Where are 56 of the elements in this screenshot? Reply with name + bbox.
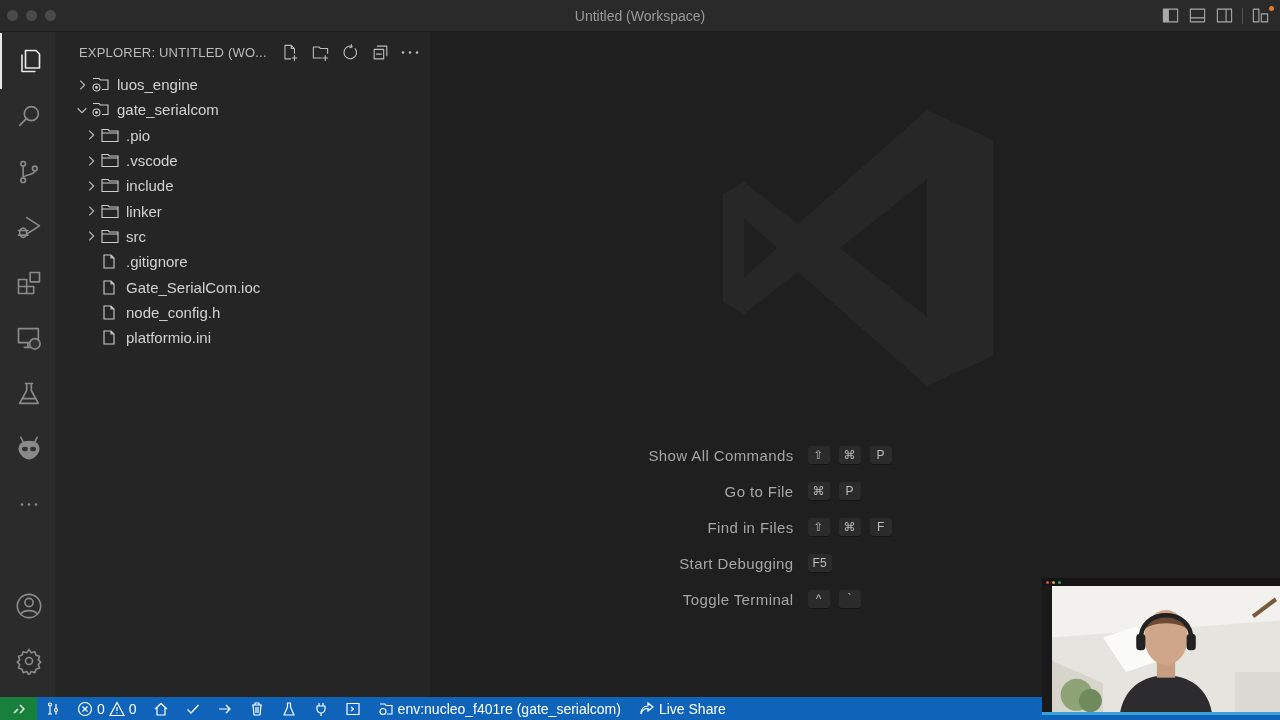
root-folder-icon — [91, 101, 111, 119]
key-cap: ⌘ — [838, 518, 861, 536]
key-cap: ` — [838, 590, 861, 608]
tree-item[interactable]: Gate_SerialCom.ioc — [55, 274, 430, 300]
panel-toggle-icon[interactable] — [1188, 6, 1207, 25]
secondary-sidebar-icon[interactable] — [1215, 6, 1234, 25]
root-folder-icon — [91, 76, 111, 94]
flask-icon[interactable] — [280, 700, 297, 717]
key-cap: F5 — [807, 554, 832, 572]
key-cap: P — [869, 446, 892, 464]
tree-item[interactable]: .pio — [55, 122, 430, 148]
shortcut-label: Show All Commands — [648, 446, 794, 464]
key-cap: P — [838, 482, 861, 500]
shortcut-label: Start Debugging — [678, 554, 794, 572]
more-icon[interactable] — [400, 50, 419, 54]
key-cap: ^ — [807, 590, 830, 608]
problems-button[interactable]: 0 0 — [69, 697, 145, 720]
share-icon — [638, 700, 655, 717]
window-title: Untitled (Workspace) — [574, 7, 706, 24]
account-icon[interactable] — [14, 591, 43, 620]
port-icon[interactable] — [45, 700, 61, 717]
folder-icon — [100, 202, 120, 220]
settings-icon[interactable] — [14, 647, 43, 676]
folder-icon — [100, 227, 120, 245]
tree-item[interactable]: include — [55, 173, 430, 199]
error-icon — [77, 700, 93, 717]
layout-icon[interactable] — [1251, 6, 1270, 25]
key-cap: ⇧ — [807, 446, 830, 464]
tree-item[interactable]: gate_serialcom — [55, 97, 430, 123]
key-cap: F — [869, 518, 892, 536]
key-cap: ⌘ — [838, 446, 861, 464]
shortcut-label: Find in Files — [706, 518, 794, 536]
shortcut-label: Go to File — [723, 482, 794, 500]
tree-item[interactable]: linker — [55, 198, 430, 224]
key-cap: ⇧ — [807, 518, 830, 536]
tree-item[interactable]: luos_engine — [55, 72, 430, 98]
key-cap: ⌘ — [807, 482, 830, 500]
folder-icon — [100, 177, 120, 195]
home-icon[interactable] — [152, 700, 169, 717]
tree-item[interactable]: .vscode — [55, 147, 430, 174]
terminal-icon[interactable] — [344, 700, 361, 717]
sidebar-toggle-icon[interactable] — [1161, 6, 1180, 25]
root-folder-icon — [377, 700, 394, 717]
more-icon — [19, 503, 38, 507]
tree-item[interactable]: node_config.h — [55, 299, 430, 325]
live-share-button[interactable]: Live Share — [629, 697, 735, 720]
warning-icon — [108, 700, 125, 717]
refresh-icon[interactable] — [340, 42, 360, 62]
tree-item[interactable]: platformio.ini — [55, 324, 430, 351]
folder-icon — [100, 126, 120, 144]
tree-item[interactable]: src — [55, 223, 430, 250]
tree-item[interactable]: .gitignore — [55, 249, 430, 275]
shortcut-label: Toggle Terminal — [681, 590, 794, 608]
folder-icon — [100, 152, 120, 170]
environment-button[interactable]: env:nucleo_f401re (gate_serialcom) — [368, 697, 630, 720]
explorer-title: EXPLORER: UNTITLED (WO... — [79, 44, 267, 60]
